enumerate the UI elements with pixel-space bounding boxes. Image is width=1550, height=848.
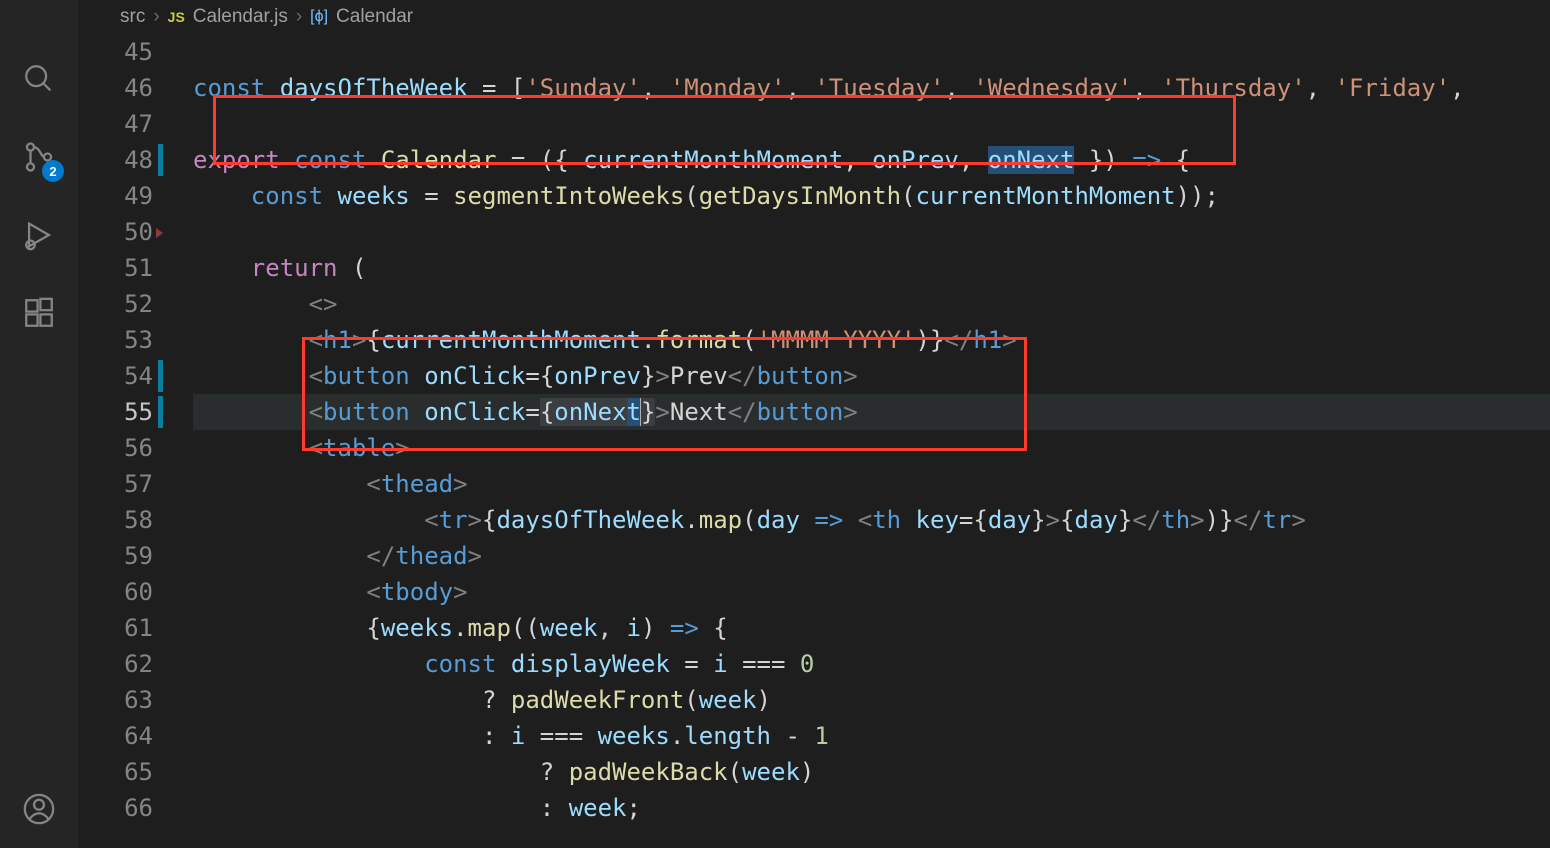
- line-number: 55: [78, 394, 153, 430]
- code-line[interactable]: <table>: [193, 430, 1550, 466]
- extensions-icon[interactable]: [0, 274, 78, 352]
- breadcrumb-symbol[interactable]: Calendar: [336, 6, 413, 28]
- code-line[interactable]: </thead>: [193, 538, 1550, 574]
- code-line[interactable]: <tr>{daysOfTheWeek.map(day => <th key={d…: [193, 502, 1550, 538]
- line-number: 51: [78, 250, 153, 286]
- code-line[interactable]: <thead>: [193, 466, 1550, 502]
- code-line[interactable]: export const Calendar = ({ currentMonthM…: [193, 142, 1550, 178]
- file-js-icon: JS: [168, 9, 185, 25]
- line-number-gutter: 4546474849505152535455565758596061626364…: [78, 34, 183, 848]
- code-line[interactable]: <>: [193, 286, 1550, 322]
- chevron-right-icon: ›: [153, 6, 159, 28]
- accounts-icon[interactable]: [0, 770, 78, 848]
- line-number: 66: [78, 790, 153, 826]
- line-number: 45: [78, 34, 153, 70]
- code-line[interactable]: <h1>{currentMonthMoment.format('MMMM YYY…: [193, 322, 1550, 358]
- source-control-icon[interactable]: 2: [0, 118, 78, 196]
- line-number: 48: [78, 142, 153, 178]
- chevron-right-icon: ›: [296, 6, 302, 28]
- code-line[interactable]: const displayWeek = i === 0: [193, 646, 1550, 682]
- code-editor[interactable]: 4546474849505152535455565758596061626364…: [78, 34, 1550, 848]
- line-number: 54: [78, 358, 153, 394]
- code-line[interactable]: ? padWeekBack(week): [193, 754, 1550, 790]
- line-number: 50: [78, 214, 153, 250]
- line-number: 63: [78, 682, 153, 718]
- code-line[interactable]: const daysOfTheWeek = ['Sunday', 'Monday…: [193, 70, 1550, 106]
- breadcrumb-root[interactable]: src: [120, 6, 145, 28]
- code-line[interactable]: <button onClick={onPrev}>Prev</button>: [193, 358, 1550, 394]
- line-number: 59: [78, 538, 153, 574]
- line-number: 53: [78, 322, 153, 358]
- line-number: 58: [78, 502, 153, 538]
- line-number: 65: [78, 754, 153, 790]
- scm-badge: 2: [42, 160, 64, 182]
- breadcrumbs[interactable]: src › JS Calendar.js › [ϕ] Calendar: [78, 0, 1550, 34]
- search-icon[interactable]: [0, 40, 78, 118]
- line-number: 61: [78, 610, 153, 646]
- line-number: 46: [78, 70, 153, 106]
- run-debug-icon[interactable]: [0, 196, 78, 274]
- code-line[interactable]: <tbody>: [193, 574, 1550, 610]
- editor-main: src › JS Calendar.js › [ϕ] Calendar 4546…: [78, 0, 1550, 848]
- line-number: 47: [78, 106, 153, 142]
- code-line[interactable]: [193, 34, 1550, 70]
- app-root: 2 src › JS Calendar.js › [ϕ] Calendar 45…: [0, 0, 1550, 848]
- code-line[interactable]: : i === weeks.length - 1: [193, 718, 1550, 754]
- code-line[interactable]: const weeks = segmentIntoWeeks(getDaysIn…: [193, 178, 1550, 214]
- line-number: 62: [78, 646, 153, 682]
- code-line[interactable]: [193, 106, 1550, 142]
- line-number: 52: [78, 286, 153, 322]
- code-line[interactable]: {weeks.map((week, i) => {: [193, 610, 1550, 646]
- activity-bar: 2: [0, 0, 78, 848]
- code-line[interactable]: [193, 214, 1550, 250]
- code-content[interactable]: const daysOfTheWeek = ['Sunday', 'Monday…: [183, 34, 1550, 848]
- code-line[interactable]: ? padWeekFront(week): [193, 682, 1550, 718]
- symbol-variable-icon: [ϕ]: [310, 8, 328, 26]
- breadcrumb-file[interactable]: Calendar.js: [193, 6, 288, 28]
- line-number: 56: [78, 430, 153, 466]
- line-number: 60: [78, 574, 153, 610]
- code-line[interactable]: : week;: [193, 790, 1550, 826]
- line-number: 49: [78, 178, 153, 214]
- line-number: 64: [78, 718, 153, 754]
- code-line[interactable]: <button onClick={onNext}>Next</button>: [193, 394, 1550, 430]
- line-number: 57: [78, 466, 153, 502]
- code-line[interactable]: return (: [193, 250, 1550, 286]
